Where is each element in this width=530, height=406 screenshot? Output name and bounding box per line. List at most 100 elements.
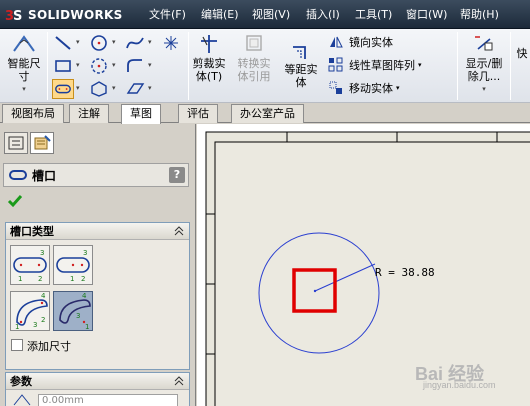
convert-entities-button[interactable]: 转换实体引用 <box>233 33 275 83</box>
center-point <box>313 289 317 293</box>
parameters-group-label: 参数 <box>10 375 32 388</box>
arc-slot-icon: 1 32 4 <box>15 292 48 331</box>
tab-sketch[interactable]: 草图 <box>121 104 161 124</box>
offset-entities-label: 等距实体 <box>284 63 318 89</box>
quick-snaps-button[interactable]: 快 <box>514 47 530 60</box>
trim-label: 剪裁实体(T) <box>192 57 226 83</box>
sketch-tools: ▾ ▾ ▾ ▾ ▾ ▾ ▾ ▾ ▾ <box>50 32 185 100</box>
center-arc-slot-icon: 1 4 3 <box>59 292 91 331</box>
svg-text:4: 4 <box>41 292 46 300</box>
trim-button[interactable]: 剪裁实体(T) <box>190 33 228 83</box>
command-manager: 智能尺寸 ▾ ▾ ▾ ▾ ▾ ▾ ▾ ▾ ▾ ▾ 剪裁实体(T) 转换实体引用 … <box>0 29 530 103</box>
arc-icon[interactable] <box>88 56 110 76</box>
move-icon <box>329 81 342 94</box>
svg-text:2: 2 <box>41 316 45 324</box>
property-manager-header: 槽口 ? <box>3 163 189 187</box>
feature-tree-tab[interactable] <box>4 132 28 154</box>
trim-icon <box>201 35 217 53</box>
add-dimensions-checkbox[interactable] <box>11 339 23 351</box>
svg-text:1: 1 <box>18 275 22 283</box>
svg-text:S: S <box>13 9 22 24</box>
collapse-icon[interactable] <box>173 225 185 237</box>
property-manager-title: 槽口 <box>32 168 57 183</box>
app-logo: 3 S SOLIDWORKS <box>4 4 132 25</box>
svg-text:3: 3 <box>83 249 87 257</box>
tab-layout[interactable]: 视图布局 <box>2 104 64 123</box>
property-manager-icon <box>34 135 51 150</box>
slot-type-group-header: 槽口类型 <box>6 223 189 240</box>
svg-text:1: 1 <box>70 275 74 283</box>
svg-text:4: 4 <box>82 292 87 300</box>
rectangle-icon[interactable] <box>52 56 74 76</box>
center-arc-slot-button[interactable]: 1 4 3 <box>53 291 93 331</box>
tab-evaluate[interactable]: 评估 <box>178 104 218 123</box>
svg-text:3: 3 <box>33 321 37 329</box>
move-entities-button[interactable]: 移动实体 ▾ <box>328 78 400 98</box>
linear-pattern-icon <box>328 57 343 72</box>
slot-icon[interactable] <box>52 79 74 99</box>
show-delete-relations-label: 显示/删除几... <box>465 57 503 83</box>
menu-tools[interactable]: 工具(T) <box>355 0 392 29</box>
add-dimensions-label: 添加尺寸 <box>27 340 71 353</box>
watermark-url: jingyan.baidu.com <box>423 380 496 390</box>
command-tabs: 视图布局 注解 草图 评估 办公室产品 <box>0 103 530 124</box>
move-entities-label: 移动实体 <box>349 82 393 95</box>
title-bar: 3 S SOLIDWORKS 文件(F) 编辑(E) 视图(V) 插入(I) 工… <box>0 0 530 29</box>
linear-pattern-label: 线性草图阵列 <box>349 59 415 72</box>
smart-dimension-label: 智能尺寸 <box>7 57 41 83</box>
slot-type-group-label: 槽口类型 <box>10 225 54 238</box>
parameters-group: 参数 0.00mm <box>5 372 190 406</box>
svg-text:2: 2 <box>81 275 85 283</box>
menu-window[interactable]: 窗口(W) <box>406 0 447 29</box>
solidworks-logo-icon: 3 S <box>5 9 22 24</box>
quick-snaps-label: 快 <box>516 47 528 60</box>
smart-dimension-icon <box>13 35 35 52</box>
svg-text:3: 3 <box>40 249 44 257</box>
line-icon[interactable] <box>52 33 74 53</box>
straight-slot-icon: 1 2 3 <box>13 249 47 283</box>
svg-text:1: 1 <box>85 323 89 330</box>
relations-icon <box>475 36 493 51</box>
linear-pattern-button[interactable]: 线性草图阵列 ▾ <box>328 55 422 75</box>
parameter-input[interactable]: 0.00mm <box>38 394 178 406</box>
menu-view[interactable]: 视图(V) <box>252 0 290 29</box>
tab-office[interactable]: 办公室产品 <box>231 104 304 123</box>
mirror-entities-button[interactable]: 镜向实体 <box>328 32 393 52</box>
menu-file[interactable]: 文件(F) <box>149 0 186 29</box>
menu-help[interactable]: 帮助(H) <box>460 0 499 29</box>
arc-slot-button[interactable]: 1 32 4 <box>10 291 50 331</box>
menu-insert[interactable]: 插入(I) <box>306 0 340 29</box>
logo-text: SOLIDWORKS <box>28 7 123 22</box>
help-label: ? <box>173 168 181 181</box>
radius-dimension[interactable]: R = 38.88 <box>375 266 435 279</box>
circle-icon[interactable] <box>88 33 110 53</box>
parameters-group-header: 参数 <box>6 373 189 390</box>
slot-icon <box>9 170 27 180</box>
mirror-entities-label: 镜向实体 <box>349 36 393 49</box>
feature-tree-icon <box>8 136 24 150</box>
show-delete-relations-button[interactable]: 显示/删除几... ▾ <box>462 33 506 96</box>
fillet-icon[interactable] <box>124 56 146 76</box>
ok-check-icon[interactable] <box>7 194 23 208</box>
property-manager-tab[interactable] <box>30 132 54 154</box>
mirror-icon <box>330 36 343 48</box>
straight-slot-button[interactable]: 1 2 3 <box>10 245 50 285</box>
point-icon[interactable] <box>160 33 182 53</box>
offset-entities-button[interactable]: 等距实体 <box>281 43 321 89</box>
svg-text:2: 2 <box>38 275 42 283</box>
center-straight-slot-button[interactable]: 12 3 <box>53 245 93 285</box>
spline-icon[interactable] <box>124 33 146 53</box>
graphics-area[interactable]: R = 38.88 Bai 经验 jingyan.baidu.com <box>197 124 530 406</box>
smart-dimension-button[interactable]: 智能尺寸 ▾ <box>4 33 44 96</box>
plane-icon[interactable] <box>124 79 146 99</box>
help-button[interactable]: ? <box>169 167 185 183</box>
convert-entities-label: 转换实体引用 <box>237 57 271 83</box>
collapse-icon[interactable] <box>173 375 185 387</box>
tab-annotation[interactable]: 注解 <box>69 104 109 123</box>
center-straight-slot-icon: 1 2 3 <box>56 249 90 283</box>
polygon-icon[interactable] <box>88 79 110 99</box>
menu-edit[interactable]: 编辑(E) <box>201 0 239 29</box>
svg-text:3: 3 <box>76 312 80 320</box>
property-manager-panel: 槽口 ? 槽口类型 123 123 1 3 2 4 1 4 3 添加尺寸 参数 … <box>0 124 196 406</box>
parameter-icon <box>13 394 31 406</box>
